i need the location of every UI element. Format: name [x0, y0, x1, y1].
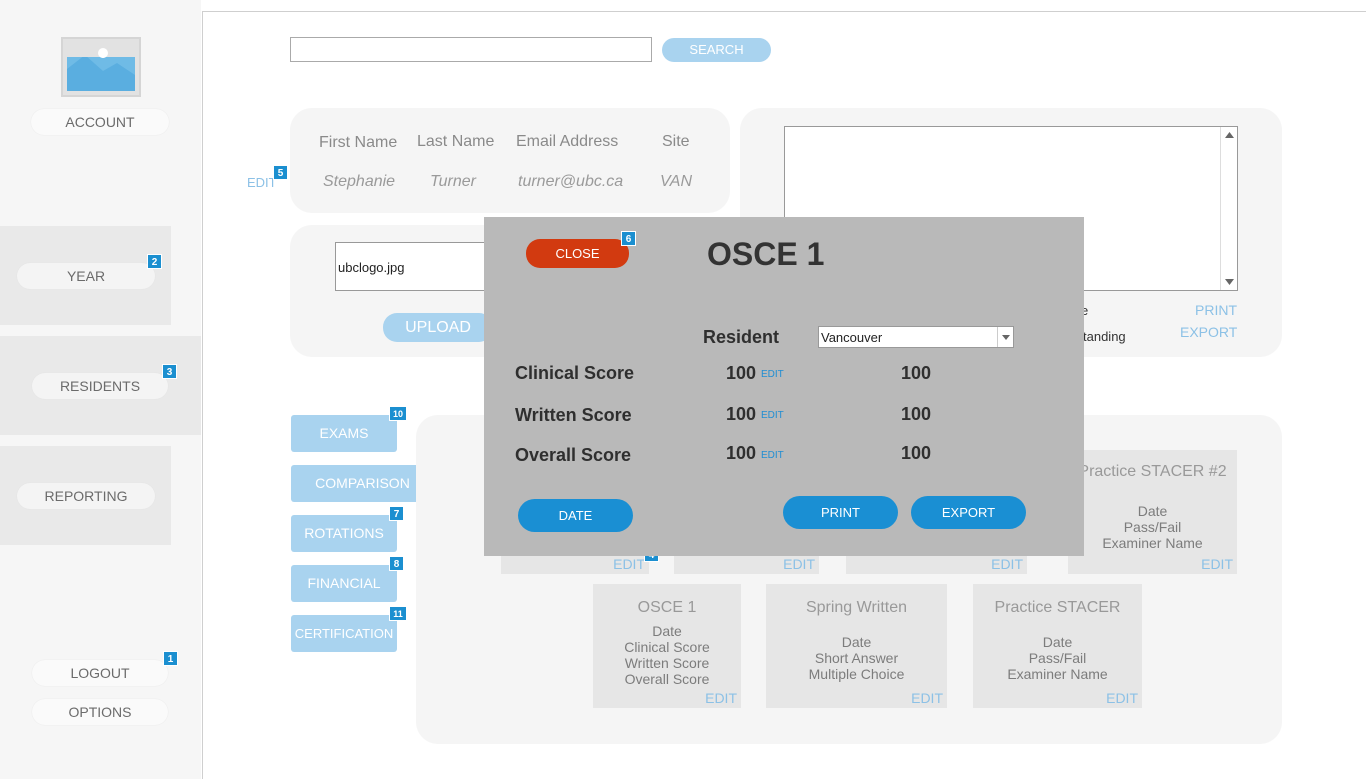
overall-score-label: Overall Score	[515, 445, 632, 465]
financial-badge: 8	[389, 556, 404, 571]
chevron-down-icon[interactable]	[997, 327, 1013, 347]
exams-button[interactable]: EXAMS	[291, 415, 397, 452]
financial-button[interactable]: FINANCIAL	[291, 565, 397, 602]
written-score-value: 100	[726, 404, 757, 424]
exam-card-line: Clinical Score	[624, 639, 710, 655]
modal-title: OSCE 1	[707, 236, 825, 272]
exam-card-spring-written[interactable]: Spring Written Date Short Answer Multipl…	[766, 584, 947, 708]
account-avatar[interactable]	[61, 37, 141, 97]
rotations-button[interactable]: ROTATIONS	[291, 515, 397, 552]
site-value: VAN	[660, 173, 693, 190]
overall-score-compare: 100	[901, 443, 932, 463]
exam-card-edit-link[interactable]: EDIT	[1201, 556, 1233, 572]
site-header: Site	[662, 133, 690, 150]
logout-button[interactable]: LOGOUT	[32, 660, 168, 686]
options-button[interactable]: OPTIONS	[32, 699, 168, 725]
exam-card-practice-stacer-2[interactable]: Practice STACER #2 Date Pass/Fail Examin…	[1068, 450, 1237, 574]
exams-badge: 10	[389, 406, 407, 421]
clinical-score-edit-link[interactable]: EDIT	[761, 369, 784, 380]
exam-card-line: Multiple Choice	[808, 666, 905, 682]
exam-card-edit-link[interactable]: EDIT	[705, 690, 737, 706]
email-header: Email Address	[516, 133, 619, 150]
resident-select-value: Vancouver	[821, 330, 883, 345]
exam-card-edit-link[interactable]: EDIT	[991, 556, 1023, 572]
exam-card-edit-link[interactable]: EDIT	[911, 690, 943, 706]
exam-card-title: Practice STACER #2	[1078, 463, 1227, 480]
search-input[interactable]	[290, 37, 652, 62]
date-button[interactable]: DATE	[518, 499, 633, 532]
exam-card-line: Pass/Fail	[1123, 519, 1182, 535]
scroll-up-icon[interactable]	[1221, 129, 1238, 141]
exam-card-line: Date	[841, 634, 872, 650]
exam-card-edit-link[interactable]: EDIT	[613, 556, 645, 572]
certification-badge: 11	[389, 606, 407, 621]
account-button[interactable]: ACCOUNT	[31, 109, 169, 135]
overall-score-edit-link[interactable]: EDIT	[761, 450, 784, 461]
exam-card-line: Date	[652, 623, 682, 639]
residents-section: RESIDENTS 3	[0, 336, 201, 435]
modal-print-button[interactable]: PRINT	[783, 496, 898, 529]
email-value: turner@ubc.ca	[518, 173, 624, 190]
image-placeholder-icon	[67, 43, 135, 91]
upload-button[interactable]: UPLOAD	[383, 313, 493, 342]
exam-card-title: Spring Written	[805, 599, 908, 616]
exam-card-osce-1[interactable]: OSCE 1 Date Clinical Score Written Score…	[593, 584, 741, 708]
year-button[interactable]: YEAR	[17, 263, 155, 289]
exam-card-title: OSCE 1	[637, 599, 697, 616]
year-badge: 2	[147, 254, 162, 269]
resident-select[interactable]: Vancouver	[818, 326, 1014, 348]
last-name-header: Last Name	[417, 133, 495, 150]
clinical-score-label: Clinical Score	[515, 363, 635, 383]
sidebar: ACCOUNT YEAR 2 RESIDENTS 3 REPORTING LOG…	[0, 0, 201, 779]
resident-label: Resident	[703, 327, 780, 347]
first-name-header: First Name	[319, 134, 398, 151]
notes-print-link[interactable]: PRINT	[1195, 302, 1237, 318]
notes-export-link[interactable]: EXPORT	[1180, 324, 1237, 340]
upload-filename-field[interactable]: ubclogo.jpg	[335, 242, 495, 291]
exam-card-line: Examiner Name	[1007, 666, 1108, 682]
exam-card-practice-stacer[interactable]: Practice STACER Date Pass/Fail Examiner …	[973, 584, 1142, 708]
modal-export-button[interactable]: EXPORT	[911, 496, 1026, 529]
last-name-value: Turner	[430, 173, 476, 190]
exam-card-line: Examiner Name	[1102, 535, 1203, 551]
reporting-button[interactable]: REPORTING	[17, 483, 155, 509]
year-section: YEAR 2	[0, 226, 171, 325]
notes-partial-text-2: tanding	[1083, 329, 1126, 344]
exam-card-line: Written Score	[624, 655, 710, 671]
residents-badge: 3	[162, 364, 177, 379]
exam-card-edit-link[interactable]: EDIT	[783, 556, 815, 572]
exam-card-line: Date	[1137, 503, 1168, 519]
exam-card-edit-link[interactable]: EDIT	[1106, 690, 1138, 706]
search-button[interactable]: SEARCH	[662, 38, 771, 62]
clinical-score-value: 100	[726, 363, 757, 383]
written-score-edit-link[interactable]: EDIT	[761, 410, 784, 421]
close-button[interactable]: CLOSE	[526, 239, 629, 268]
exam-card-line: Date	[1042, 634, 1073, 650]
close-badge: 6	[621, 231, 636, 246]
written-score-label: Written Score	[515, 405, 632, 425]
exam-card-line: Pass/Fail	[1028, 650, 1087, 666]
rotations-badge: 7	[389, 506, 404, 521]
exam-card-title: Practice STACER	[994, 599, 1121, 616]
profile-edit-badge: 5	[273, 165, 288, 180]
reporting-section: REPORTING	[0, 446, 171, 545]
overall-score-value: 100	[726, 443, 757, 463]
exam-card-line: Overall Score	[624, 671, 710, 687]
exam-card-line: Short Answer	[814, 650, 899, 666]
notes-scrollbar[interactable]	[1220, 127, 1237, 290]
logout-badge: 1	[163, 651, 178, 666]
certification-button[interactable]: CERTIFICATION	[291, 615, 397, 652]
scroll-down-icon[interactable]	[1221, 276, 1238, 288]
osce-modal: CLOSE 6 OSCE 1 Resident Vancouver Clinic…	[484, 217, 1084, 556]
residents-button[interactable]: RESIDENTS	[32, 373, 168, 399]
clinical-score-compare: 100	[901, 363, 932, 383]
written-score-compare: 100	[901, 404, 932, 424]
profile-panel	[290, 108, 730, 213]
first-name-value: Stephanie	[323, 173, 396, 190]
comparison-button[interactable]: COMPARISON	[291, 465, 434, 502]
